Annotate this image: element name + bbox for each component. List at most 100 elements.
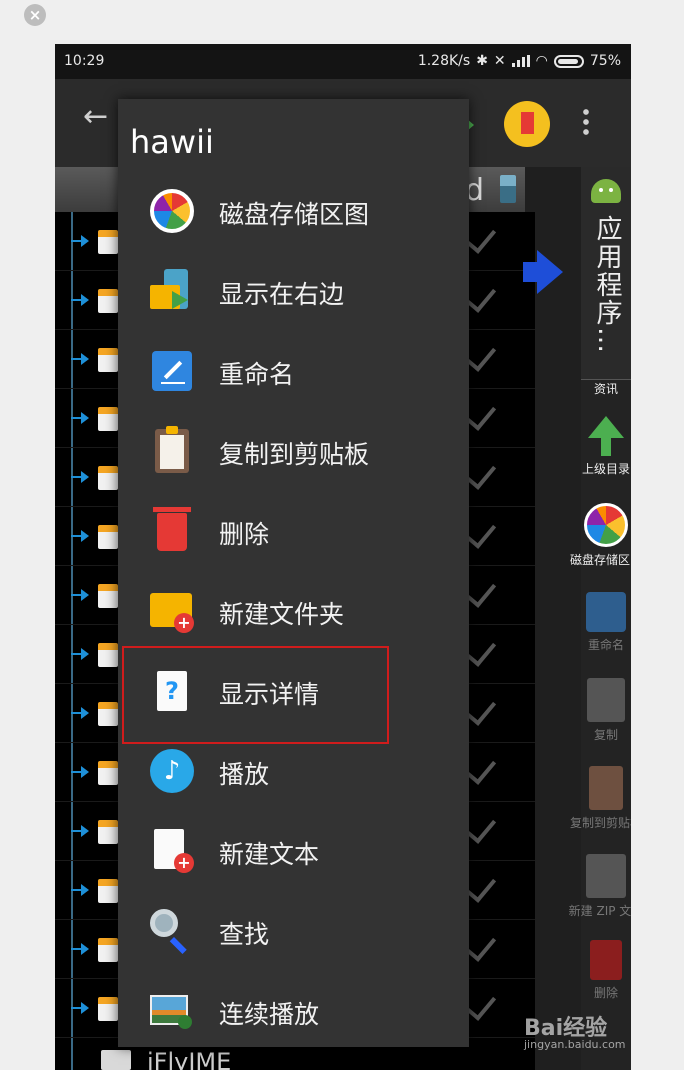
- zip-icon: [586, 854, 626, 898]
- check-icon[interactable]: [465, 694, 497, 726]
- check-icon[interactable]: [465, 222, 497, 254]
- folder-icon: [98, 820, 118, 844]
- side-item-label: 删除: [593, 986, 618, 1000]
- menu-item-label: 磁盘存储区图: [219, 200, 370, 229]
- wifi-icon: ◠: [535, 53, 548, 69]
- menu-item-new-text[interactable]: + 新建文本: [118, 811, 469, 891]
- menu-item-disk-map[interactable]: 磁盘存储区图: [118, 171, 469, 251]
- highlight-annotation-box: [122, 646, 389, 744]
- side-item-copy[interactable]: 复制: [581, 678, 631, 743]
- app-header-vertical[interactable]: 应用程序…: [581, 167, 631, 380]
- folder-icon: [98, 407, 118, 431]
- tree-branch-icon: [71, 530, 89, 542]
- check-icon[interactable]: [465, 930, 497, 962]
- check-icon[interactable]: [465, 517, 497, 549]
- folder-icon: [98, 997, 118, 1021]
- folder-icon: [98, 938, 118, 962]
- side-item-rename[interactable]: 重命名: [581, 592, 631, 653]
- check-icon[interactable]: [465, 399, 497, 431]
- folder-icon: [98, 584, 118, 608]
- check-icon[interactable]: [465, 753, 497, 785]
- status-bar: 10:29 1.28K/s ✱ ✕ ◠ 75%: [55, 44, 631, 79]
- context-menu: hawii 磁盘存储区图 显示在右边 重命名 复制到剪贴板 删除 + 新建文件夹…: [118, 99, 469, 1047]
- menu-item-delete[interactable]: 删除: [118, 491, 469, 571]
- more-vert-icon[interactable]: [583, 107, 589, 137]
- up-arrow-icon: [588, 416, 624, 438]
- side-item-label: 上级目录: [581, 462, 630, 476]
- side-item-parent-dir[interactable]: 上级目录: [581, 416, 631, 477]
- check-icon[interactable]: [465, 340, 497, 372]
- tree-branch-icon: [71, 825, 89, 837]
- watermark-url: jingyan.baidu.com: [524, 1038, 626, 1051]
- menu-item-label: 重命名: [219, 360, 295, 389]
- blue-arrow-icon[interactable]: [523, 250, 563, 294]
- android-icon: [591, 179, 621, 203]
- side-item-disk-map[interactable]: 磁盘存储区图: [570, 503, 631, 568]
- status-time: 10:29: [64, 53, 105, 69]
- bookmark-icon[interactable]: [504, 101, 550, 147]
- check-icon[interactable]: [465, 812, 497, 844]
- new-folder-icon: +: [148, 587, 196, 635]
- new-text-icon: +: [148, 827, 196, 875]
- check-icon[interactable]: [465, 281, 497, 313]
- tree-branch-icon: [71, 353, 89, 365]
- mute-vibrate-icon: ✕: [493, 53, 506, 69]
- trash-icon: [590, 940, 622, 980]
- check-icon[interactable]: [465, 635, 497, 667]
- side-item-label: 重命名: [587, 638, 624, 652]
- menu-item-show-right[interactable]: 显示在右边: [118, 251, 469, 331]
- tree-branch-icon: [71, 471, 89, 483]
- menu-item-label: 查找: [219, 920, 270, 949]
- menu-item-label: 连续播放: [219, 1000, 320, 1029]
- check-icon[interactable]: [465, 576, 497, 608]
- side-item-new-zip[interactable]: 新建 ZIP 文件: [569, 854, 631, 919]
- tree-branch-icon: [71, 235, 89, 247]
- clipboard-icon: [155, 426, 189, 473]
- disk-map-icon: [150, 189, 194, 233]
- menu-item-copy-clipboard[interactable]: 复制到剪贴板: [118, 411, 469, 491]
- menu-item-label: 新建文本: [219, 840, 320, 869]
- folder-icon: [98, 702, 118, 726]
- tree-branch-icon: [71, 648, 89, 660]
- slideshow-icon: [148, 987, 196, 1035]
- folder-icon: [98, 348, 118, 372]
- battery-icon: [553, 54, 584, 68]
- battery-level: 75%: [589, 53, 621, 69]
- menu-item-label: 显示在右边: [219, 280, 345, 309]
- status-right-group: 1.28K/s ✱ ✕ ◠ 75%: [418, 53, 621, 69]
- menu-item-rename[interactable]: 重命名: [118, 331, 469, 411]
- menu-item-slideshow[interactable]: 连续播放: [118, 971, 469, 1051]
- folder-icon: [98, 525, 118, 549]
- tree-branch-icon: [71, 412, 89, 424]
- back-arrow-icon[interactable]: ←: [83, 99, 108, 134]
- signal-icon: [511, 55, 530, 67]
- folder-name[interactable]: iFlyIME: [147, 1048, 231, 1070]
- side-item-info[interactable]: 资讯: [581, 380, 631, 397]
- sd-card-icon: [500, 175, 516, 203]
- menu-item-new-folder[interactable]: + 新建文件夹: [118, 571, 469, 651]
- side-item-copy-clipboard[interactable]: 复制到剪贴板: [570, 766, 631, 831]
- tree-branch-icon: [71, 707, 89, 719]
- show-right-icon: [148, 267, 196, 315]
- side-item-label: 资讯: [593, 382, 618, 396]
- app-title-vertical: 应用程序…: [592, 215, 622, 355]
- side-item-delete[interactable]: 删除: [581, 940, 631, 1001]
- check-icon[interactable]: [465, 458, 497, 490]
- rename-icon: [586, 592, 626, 632]
- search-icon: [148, 907, 196, 955]
- close-window-button[interactable]: ×: [24, 4, 46, 26]
- tree-branch-icon: [71, 943, 89, 955]
- menu-item-label: 播放: [219, 760, 270, 789]
- check-icon[interactable]: [465, 989, 497, 1021]
- menu-item-find[interactable]: 查找: [118, 891, 469, 971]
- bluetooth-icon: ✱: [476, 53, 488, 69]
- trash-icon: [153, 507, 191, 551]
- folder-icon: [101, 1050, 131, 1070]
- menu-item-label: 复制到剪贴板: [219, 440, 370, 469]
- menu-item-label: 新建文件夹: [219, 600, 345, 629]
- context-menu-title: hawii: [130, 123, 214, 161]
- check-icon[interactable]: [465, 871, 497, 903]
- tree-branch-icon: [71, 589, 89, 601]
- folder-icon: [98, 230, 118, 254]
- copy-icon: [587, 678, 625, 722]
